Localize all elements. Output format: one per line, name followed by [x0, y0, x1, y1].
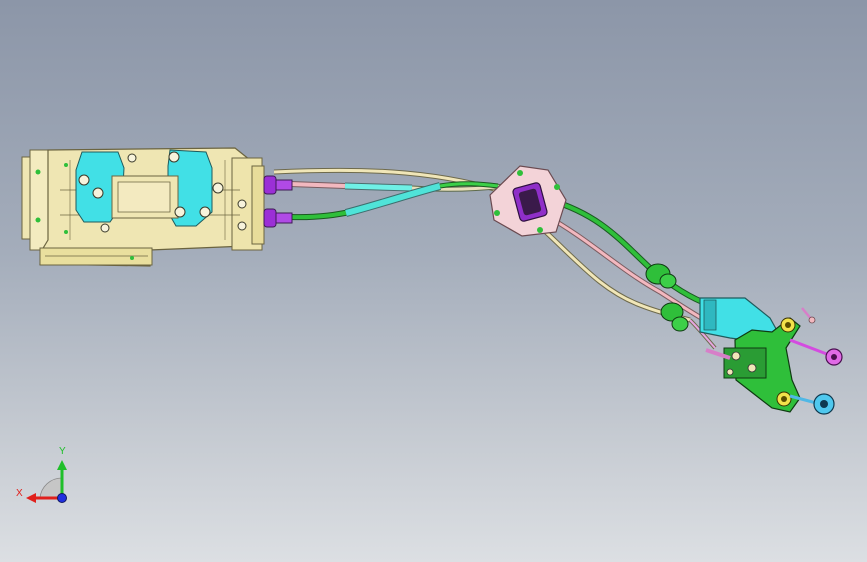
- x-axis-label: X: [16, 488, 23, 499]
- z-axis-dot: [57, 493, 67, 503]
- pivot-yellow-upper: [780, 317, 796, 333]
- ball-joint-magenta[interactable]: [825, 348, 843, 366]
- transmission-shift-housing[interactable]: [21, 147, 293, 267]
- pivot-yellow-lower: [776, 391, 792, 407]
- cad-model-canvas[interactable]: Y X: [0, 0, 867, 562]
- cad-3d-viewport[interactable]: Y X: [0, 0, 867, 562]
- cable-end-fitting-lower[interactable]: [263, 208, 293, 228]
- ball-joint-blue[interactable]: [813, 393, 835, 415]
- shift-link-magenta[interactable]: [789, 338, 833, 358]
- coordinate-triad: Y X: [16, 446, 67, 503]
- cable-green-long[interactable]: [549, 197, 712, 308]
- y-axis-label: Y: [59, 446, 66, 457]
- cable-end-fitting-upper[interactable]: [263, 175, 293, 195]
- cable-grommet-bracket[interactable]: [489, 165, 567, 237]
